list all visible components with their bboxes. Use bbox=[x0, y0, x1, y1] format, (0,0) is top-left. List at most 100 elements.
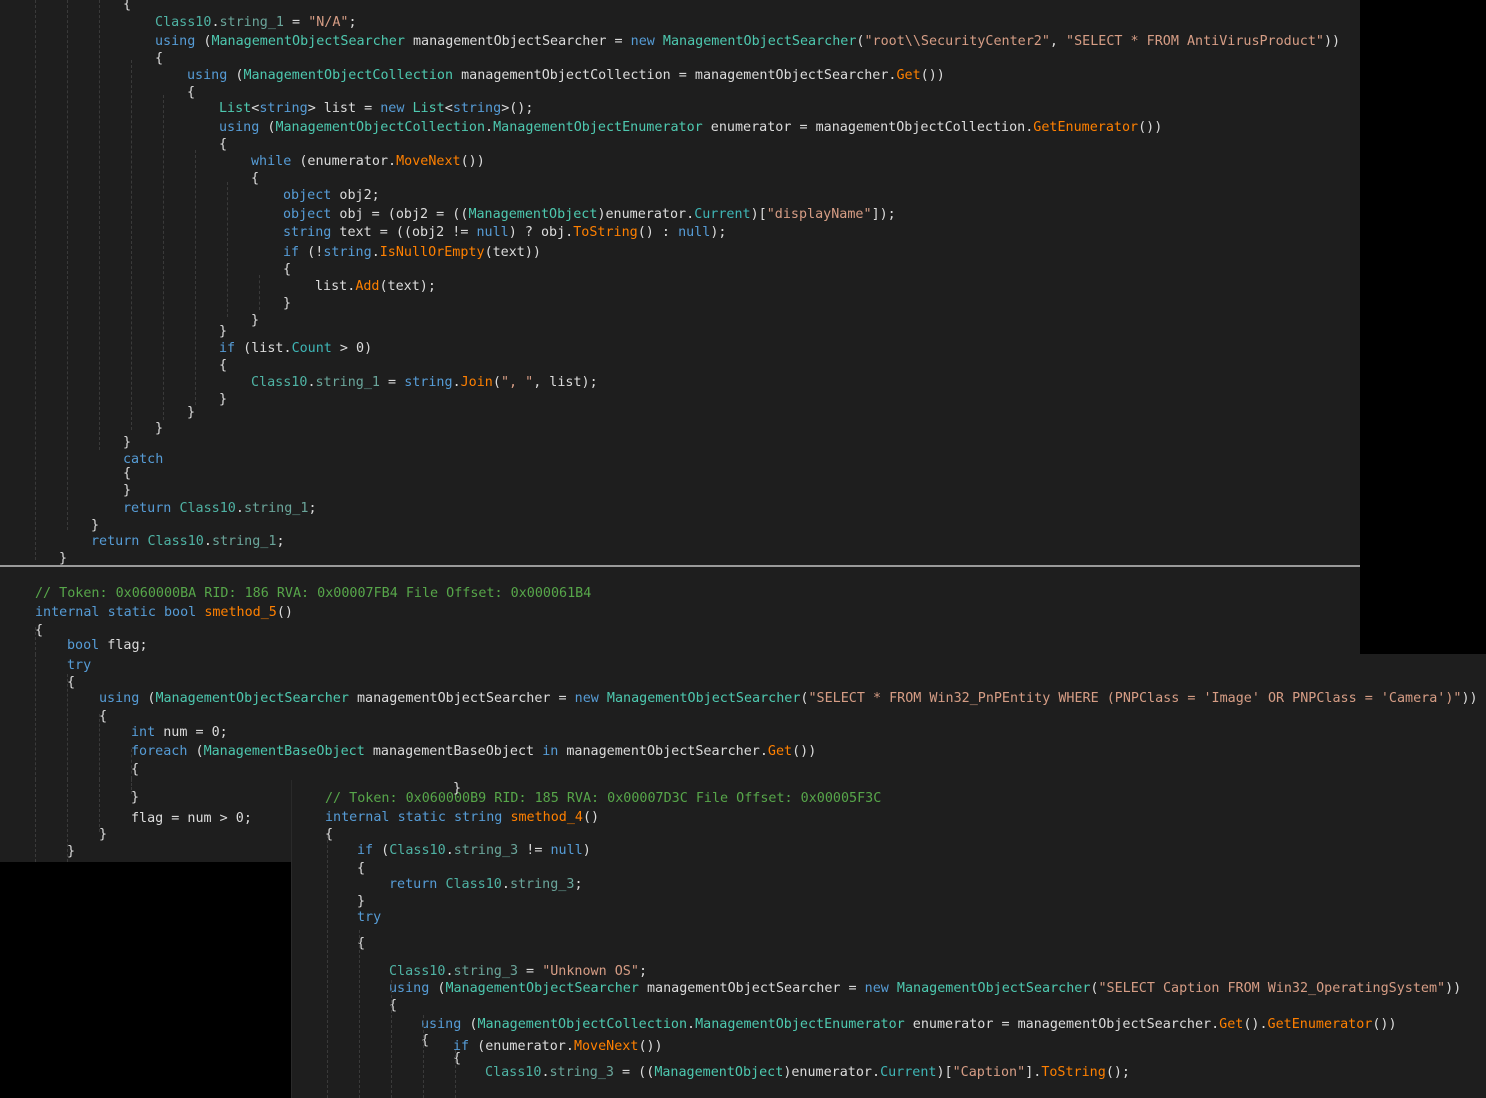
keyword-token: while bbox=[251, 154, 292, 169]
code-text: { bbox=[131, 762, 140, 777]
code-line: } bbox=[123, 482, 131, 499]
code-text: ()) bbox=[920, 68, 945, 83]
code-text: } bbox=[219, 324, 228, 339]
code-text: )) bbox=[1461, 691, 1478, 706]
code-text: { bbox=[187, 85, 196, 100]
code-line: { bbox=[35, 622, 43, 639]
class-token: Class10 bbox=[147, 534, 204, 549]
code-line: { bbox=[67, 674, 75, 691]
code-line: using (ManagementObjectCollection.Manage… bbox=[421, 1016, 1397, 1033]
indent-guide bbox=[131, 60, 132, 430]
indent-guide bbox=[131, 749, 132, 779]
keyword-token: new bbox=[380, 101, 405, 116]
indent-guide bbox=[67, 674, 68, 780]
code-line: } bbox=[91, 517, 99, 534]
type-token: ManagementObject bbox=[654, 1065, 784, 1080]
code-text: (enumerator. bbox=[291, 154, 397, 169]
type-token: ManagementObjectCollection bbox=[275, 120, 486, 135]
type-token: List bbox=[219, 101, 252, 116]
code-line: return Class10.string_1; bbox=[123, 500, 317, 517]
code-line: using (ManagementObjectCollection manage… bbox=[187, 67, 945, 84]
code-line: internal static bool smethod_5() bbox=[35, 604, 293, 621]
code-text: ( bbox=[373, 843, 390, 858]
method-token: smethod_4 bbox=[510, 810, 583, 825]
code-text: , bbox=[1049, 34, 1067, 49]
code-text: . bbox=[307, 375, 316, 390]
keyword-token: internal bbox=[35, 605, 100, 620]
code-line: Class10.string_1 = string.Join(", ", lis… bbox=[251, 374, 598, 391]
indent-guide bbox=[455, 1050, 456, 1098]
code-text: (enumerator. bbox=[469, 1039, 574, 1054]
code-line: } bbox=[219, 323, 227, 340]
keyword-token: int bbox=[131, 725, 156, 740]
code-text: . bbox=[445, 843, 454, 858]
type-token: ManagementObjectCollection bbox=[477, 1017, 688, 1032]
method-token: IsNullOrEmpty bbox=[379, 245, 485, 260]
code-line: { bbox=[283, 261, 291, 278]
method-token: Get bbox=[767, 744, 793, 759]
code-text: , list); bbox=[533, 375, 598, 390]
string-literal: "N/A" bbox=[308, 15, 349, 30]
class-token: Class10 bbox=[389, 964, 446, 979]
code-text: () bbox=[583, 810, 600, 825]
code-text: } bbox=[99, 827, 108, 842]
code-line: Class10.string_3 = ((ManagementObject)en… bbox=[485, 1064, 1130, 1081]
code-text: flag = num > 0; bbox=[131, 811, 252, 826]
code-text: } bbox=[251, 313, 260, 328]
keyword-token: using bbox=[389, 981, 430, 996]
code-text: ; bbox=[308, 501, 317, 516]
code-text: ) bbox=[582, 843, 591, 858]
code-text: ( bbox=[227, 68, 244, 83]
code-text: = bbox=[284, 15, 309, 30]
type-token: ManagementObjectCollection bbox=[243, 68, 454, 83]
code-text: (text); bbox=[379, 279, 436, 294]
code-text: (); bbox=[1105, 1065, 1130, 1080]
code-line: { bbox=[357, 860, 365, 877]
class-token: Class10 bbox=[485, 1065, 542, 1080]
string-literal: "Caption" bbox=[952, 1065, 1026, 1080]
code-line: } bbox=[155, 420, 163, 437]
indent-guide bbox=[35, 627, 36, 655]
code-text: ]); bbox=[871, 207, 896, 222]
code-text: } bbox=[155, 421, 164, 436]
code-text: { bbox=[123, 466, 132, 481]
code-text: . bbox=[211, 15, 220, 30]
type-token: ManagementObjectSearcher bbox=[662, 34, 857, 49]
keyword-token: internal bbox=[325, 810, 390, 825]
code-line: using (ManagementObjectSearcher manageme… bbox=[155, 33, 1340, 50]
code-line: flag = num > 0; bbox=[131, 810, 252, 827]
keyword-token: bool bbox=[164, 605, 197, 620]
method-token: ToString bbox=[1041, 1065, 1106, 1080]
indent-guide bbox=[67, 779, 68, 862]
keyword-token: foreach bbox=[131, 744, 188, 759]
code-line: } bbox=[187, 404, 195, 421]
code-text: } bbox=[219, 392, 228, 407]
indent-guide bbox=[99, 779, 100, 832]
code-line: try bbox=[67, 657, 91, 674]
code-line: if (list.Count > 0) bbox=[219, 340, 372, 357]
code-text: ]. bbox=[1025, 1065, 1042, 1080]
code-text: ; bbox=[574, 877, 583, 892]
code-text: (text)) bbox=[484, 245, 541, 260]
keyword-token: using bbox=[155, 34, 196, 49]
code-text: )) bbox=[1324, 34, 1341, 49]
code-line: } bbox=[219, 391, 227, 408]
keyword-token: in bbox=[542, 744, 559, 759]
keyword-token: using bbox=[99, 691, 140, 706]
keyword-token: object bbox=[283, 207, 332, 222]
type-token: ManagementObjectEnumerator bbox=[493, 120, 703, 135]
indent-guide bbox=[131, 779, 132, 794]
code-line: // Token: 0x060000B9 RID: 185 RVA: 0x000… bbox=[325, 790, 881, 807]
code-line: if (enumerator.MoveNext()) bbox=[453, 1038, 663, 1055]
code-text: ( bbox=[195, 34, 212, 49]
code-line: internal static string smethod_4() bbox=[325, 809, 599, 826]
keyword-token: using bbox=[219, 120, 260, 135]
type-token: ManagementObjectSearcher bbox=[211, 34, 405, 49]
code-line: { bbox=[155, 50, 163, 67]
keyword-token: string bbox=[452, 101, 502, 116]
code-line: using (ManagementObjectSearcher manageme… bbox=[99, 690, 1478, 707]
indent-guide bbox=[35, 654, 36, 780]
